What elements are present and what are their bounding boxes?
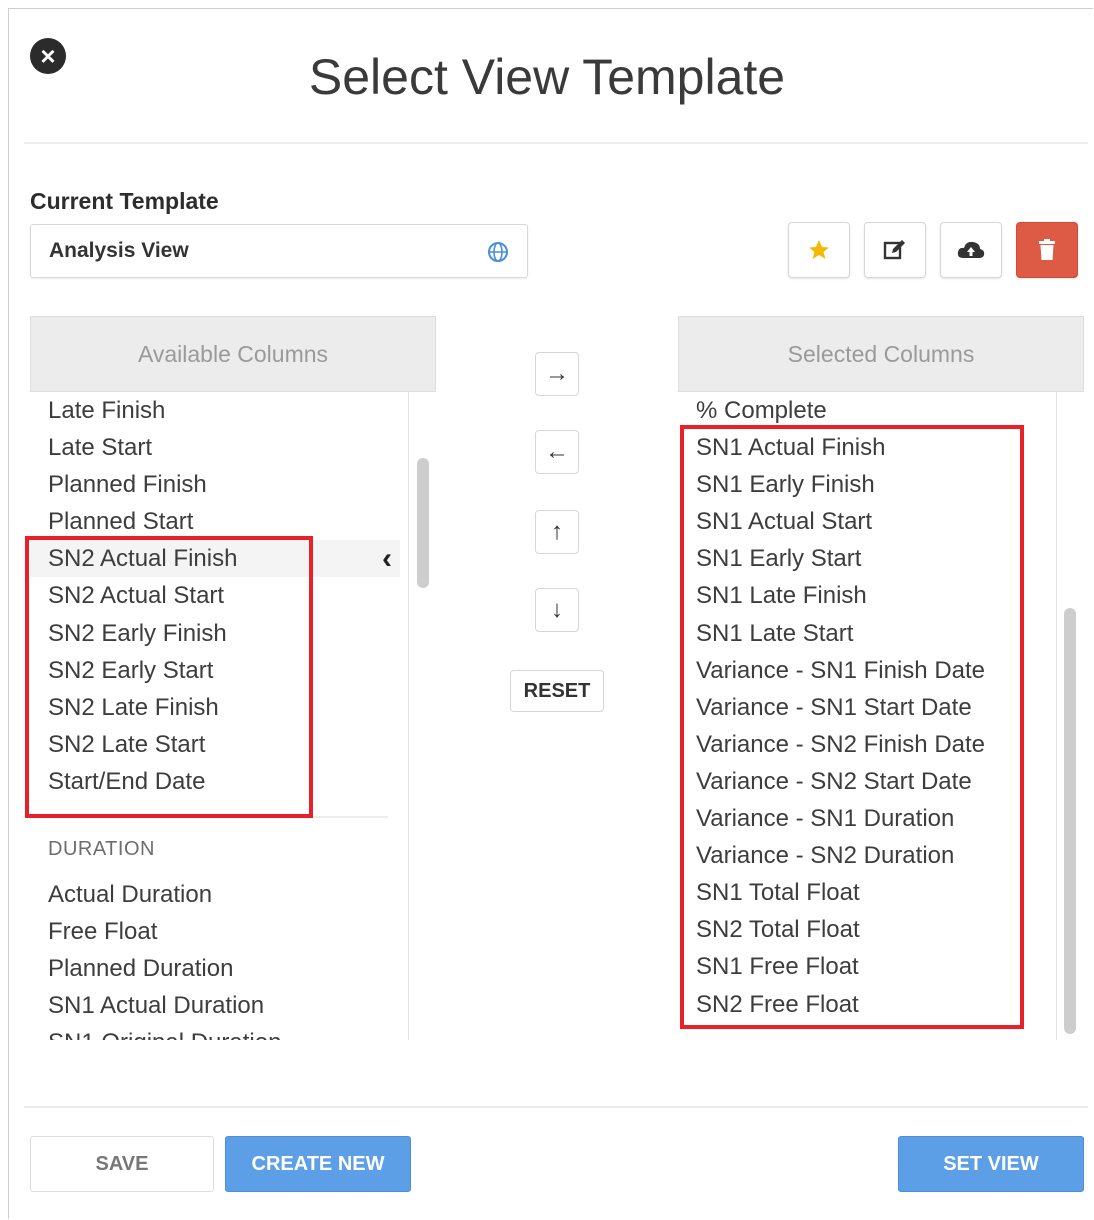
list-item[interactable]: SN2 Early Start bbox=[30, 652, 400, 689]
selected-columns-list[interactable]: % Complete SN1 Actual Finish SN1 Early Fin… bbox=[678, 392, 1048, 1023]
list-item[interactable]: SN1 Free Float bbox=[678, 948, 1048, 985]
list-item[interactable]: SN1 Actual Finish bbox=[678, 429, 1048, 466]
list-item[interactable]: Variance - SN1 Duration bbox=[678, 800, 1048, 837]
selected-columns-header: Selected Columns bbox=[678, 316, 1084, 392]
list-item[interactable]: Variance - SN2 Start Date bbox=[678, 763, 1048, 800]
available-columns-list[interactable]: Late Finish Late Start Planned Finish Plann… bbox=[30, 392, 400, 800]
arrow-up-icon: ↑ bbox=[551, 518, 563, 545]
list-item[interactable]: SN2 Early Finish bbox=[30, 615, 400, 652]
list-item[interactable]: SN1 Actual Start bbox=[678, 503, 1048, 540]
edit-icon bbox=[883, 240, 905, 260]
list-item[interactable]: Late Start bbox=[30, 429, 400, 466]
move-up-button[interactable]: ↑ bbox=[535, 510, 579, 554]
delete-button[interactable] bbox=[1016, 222, 1078, 278]
selected-scrollbar[interactable] bbox=[1064, 608, 1076, 1034]
list-item[interactable]: SN2 Actual Start bbox=[30, 577, 400, 614]
list-clip bbox=[30, 1040, 440, 1100]
current-template-label: Current Template bbox=[30, 188, 219, 214]
duration-section-label: DURATION bbox=[48, 838, 155, 860]
list-item[interactable]: Actual Duration bbox=[30, 876, 400, 913]
arrow-right-icon: → bbox=[545, 360, 569, 387]
reset-button[interactable]: RESET bbox=[510, 670, 604, 712]
available-scroll-track bbox=[408, 392, 409, 1040]
template-select[interactable]: Analysis View bbox=[30, 224, 528, 278]
section-divider bbox=[48, 816, 388, 818]
selected-scroll-track bbox=[1056, 392, 1057, 1040]
edit-button[interactable] bbox=[864, 222, 926, 278]
cloud-upload-button[interactable] bbox=[940, 222, 1002, 278]
list-item[interactable]: SN1 Total Float bbox=[678, 874, 1048, 911]
move-right-button[interactable]: → bbox=[535, 352, 579, 396]
move-down-button[interactable]: ↓ bbox=[535, 588, 579, 632]
arrow-left-icon: ← bbox=[545, 438, 569, 465]
list-item[interactable]: SN1 Early Finish bbox=[678, 466, 1048, 503]
duration-list[interactable]: Actual Duration Free Float Planned Duratio… bbox=[30, 876, 400, 1061]
save-button[interactable]: SAVE bbox=[30, 1136, 214, 1192]
list-item-label: SN2 Actual Finish bbox=[48, 545, 238, 573]
list-item[interactable]: Variance - SN2 Finish Date bbox=[678, 726, 1048, 763]
list-item[interactable]: Variance - SN2 Duration bbox=[678, 837, 1048, 874]
list-item[interactable]: SN2 Total Float bbox=[678, 911, 1048, 948]
list-item[interactable]: Start/End Date bbox=[30, 763, 400, 800]
list-item[interactable]: Variance - SN1 Finish Date bbox=[678, 652, 1048, 689]
list-item[interactable]: Planned Start bbox=[30, 503, 400, 540]
favorite-button[interactable] bbox=[788, 222, 850, 278]
list-item[interactable]: Free Float bbox=[30, 913, 400, 950]
list-item[interactable]: SN1 Actual Duration bbox=[30, 987, 400, 1024]
template-select-value: Analysis View bbox=[49, 239, 189, 262]
list-item[interactable]: Planned Finish bbox=[30, 466, 400, 503]
list-item[interactable]: SN1 Early Start bbox=[678, 540, 1048, 577]
list-item[interactable]: % Complete bbox=[678, 392, 1048, 429]
available-scrollbar[interactable] bbox=[417, 458, 429, 588]
list-item[interactable]: Planned Duration bbox=[30, 950, 400, 987]
list-item[interactable]: SN2 Late Start bbox=[30, 726, 400, 763]
footer-divider bbox=[24, 1106, 1088, 1108]
available-columns-header: Available Columns bbox=[30, 316, 436, 392]
move-left-button[interactable]: ← bbox=[535, 430, 579, 474]
star-icon bbox=[809, 240, 829, 259]
header-divider bbox=[24, 142, 1088, 144]
list-item[interactable]: SN1 Late Start bbox=[678, 615, 1048, 652]
list-item[interactable]: Variance - SN1 Start Date bbox=[678, 689, 1048, 726]
list-item[interactable]: SN2 Actual Finish ‹ bbox=[30, 540, 400, 578]
chevron-left-icon: ‹ bbox=[382, 542, 392, 576]
cloud-upload-icon bbox=[957, 241, 985, 258]
arrow-down-icon: ↓ bbox=[551, 596, 563, 623]
create-new-button[interactable]: CREATE NEW bbox=[225, 1136, 411, 1192]
trash-icon bbox=[1039, 239, 1055, 260]
dialog-title: Select View Template bbox=[308, 49, 786, 105]
set-view-button[interactable]: SET VIEW bbox=[898, 1136, 1084, 1192]
list-item[interactable]: SN1 Late Finish bbox=[678, 577, 1048, 614]
list-item[interactable]: SN2 Late Finish bbox=[30, 689, 400, 726]
list-item[interactable]: Late Finish bbox=[30, 392, 400, 429]
globe-icon bbox=[488, 242, 508, 262]
list-item[interactable]: SN2 Free Float bbox=[678, 986, 1048, 1023]
